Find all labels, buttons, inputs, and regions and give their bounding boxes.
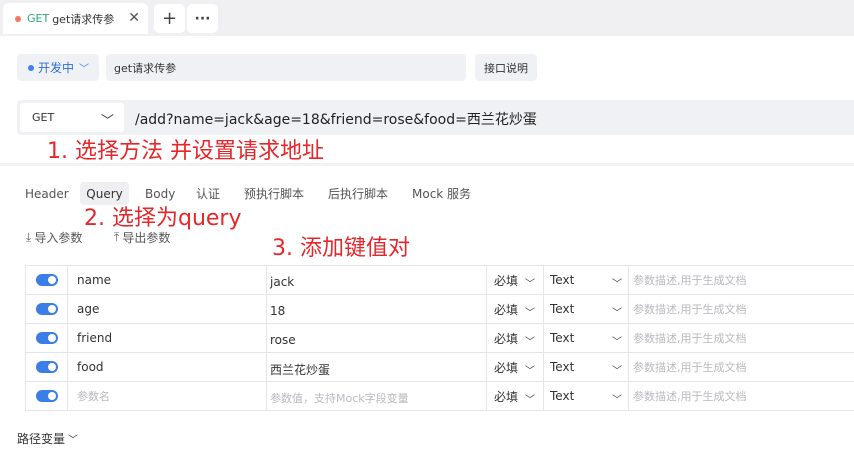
close-icon[interactable]: ✕ xyxy=(128,11,140,25)
tab-title: get请求传参 xyxy=(52,12,115,26)
param-desc[interactable]: 参数描述,用于生成文档 xyxy=(629,353,854,381)
tab-pre-script[interactable]: 预执行脚本 xyxy=(238,182,310,205)
tab-body[interactable]: Body xyxy=(139,182,181,205)
type-select[interactable]: Text ﹀ xyxy=(544,353,629,381)
param-name[interactable]: friend xyxy=(68,324,267,352)
chevron-down-icon: ﹀ xyxy=(525,279,535,290)
chevron-down-icon: ﹀ xyxy=(525,395,535,406)
enable-toggle[interactable] xyxy=(35,332,58,344)
required-label: 必填 xyxy=(494,360,519,375)
params-table: name jack 必填 ﹀ Text ﹀ 参数描述,用于生成文档 age 18 必… xyxy=(25,265,854,411)
enable-toggle[interactable] xyxy=(35,303,58,315)
environment-select[interactable]: 开发中 ﹀ xyxy=(17,54,99,81)
type-label: Text xyxy=(550,389,575,403)
type-select[interactable]: Text ﹀ xyxy=(544,382,629,410)
tab-bar: GET get请求传参 ✕ + ··· xyxy=(0,0,854,38)
chevron-down-icon: ﹀ xyxy=(612,395,622,406)
path-vars-toggle[interactable]: 路径变量 ﹀ xyxy=(17,430,78,447)
tab-post-script[interactable]: 后执行脚本 xyxy=(322,182,394,205)
param-desc-input[interactable]: 参数描述,用于生成文档 xyxy=(629,382,854,410)
param-desc[interactable]: 参数描述,用于生成文档 xyxy=(629,266,854,294)
required-label: 必填 xyxy=(494,331,519,346)
required-label: 必填 xyxy=(494,302,519,317)
more-icon: ··· xyxy=(194,10,211,27)
new-param-row: 参数名 参数值，支持Mock字段变量 必填 ﹀ Text ﹀ 参数描述,用于生成文档 xyxy=(26,382,854,411)
chevron-down-icon: ﹀ xyxy=(612,337,622,348)
chevron-down-icon: ﹀ xyxy=(79,64,90,75)
type-label: Text xyxy=(550,360,575,374)
tab-mock[interactable]: Mock 服务 xyxy=(406,182,477,205)
env-status-dot xyxy=(28,64,34,71)
param-name[interactable]: food xyxy=(68,353,267,381)
chevron-down-icon: ﹀ xyxy=(612,308,622,319)
method-label: GET xyxy=(32,111,55,124)
param-name-input[interactable]: 参数名 xyxy=(68,382,267,410)
request-tab[interactable]: GET get请求传参 ✕ xyxy=(3,3,148,34)
table-row: friend rose 必填 ﹀ Text ﹀ 参数描述,用于生成文档 xyxy=(26,324,854,353)
required-label: 必填 xyxy=(494,389,519,404)
import-label: 导入参数 xyxy=(34,231,83,245)
tab-auth[interactable]: 认证 xyxy=(190,182,226,205)
path-vars-label: 路径变量 xyxy=(17,432,66,446)
api-doc-button[interactable]: 接口说明 xyxy=(475,54,537,81)
param-value-input[interactable]: 参数值，支持Mock字段变量 xyxy=(267,382,487,410)
param-value[interactable]: rose xyxy=(267,324,487,352)
table-row: age 18 必填 ﹀ Text ﹀ 参数描述,用于生成文档 xyxy=(26,295,854,324)
method-select[interactable]: GET ﹀ xyxy=(20,103,124,132)
param-value[interactable]: 西兰花炒蛋 xyxy=(267,353,487,381)
env-label: 开发中 xyxy=(38,61,75,75)
tab-query[interactable]: Query xyxy=(80,182,129,205)
tab-method: GET xyxy=(27,12,50,25)
url-input[interactable]: /add?name=jack&age=18&friend=rose&food=西… xyxy=(135,109,537,129)
table-row: name jack 必填 ﹀ Text ﹀ 参数描述,用于生成文档 xyxy=(26,266,854,295)
type-label: Text xyxy=(550,331,575,345)
unsaved-dot xyxy=(15,15,21,22)
param-desc[interactable]: 参数描述,用于生成文档 xyxy=(629,324,854,352)
request-name-input[interactable] xyxy=(106,54,466,81)
type-select[interactable]: Text ﹀ xyxy=(544,324,629,352)
import-params-button[interactable]: ⤓ 导入参数 xyxy=(26,229,82,246)
param-name[interactable]: name xyxy=(68,266,267,294)
param-value[interactable]: jack xyxy=(267,266,487,294)
chevron-down-icon: ﹀ xyxy=(525,308,535,319)
export-icon: ⤒ xyxy=(114,230,120,244)
required-label: 必填 xyxy=(494,273,519,288)
import-icon: ⤓ xyxy=(26,230,32,244)
annotation-step2: 2. 选择为query xyxy=(84,206,242,231)
param-value[interactable]: 18 xyxy=(267,295,487,323)
required-select[interactable]: 必填 ﹀ xyxy=(487,295,544,323)
chevron-down-icon: ﹀ xyxy=(68,435,79,446)
add-tab-button[interactable]: + xyxy=(154,4,185,33)
more-tabs-button[interactable]: ··· xyxy=(187,4,218,33)
type-select[interactable]: Text ﹀ xyxy=(544,295,629,323)
export-label: 导出参数 xyxy=(122,231,171,245)
required-select[interactable]: 必填 ﹀ xyxy=(487,353,544,381)
chevron-down-icon: ﹀ xyxy=(612,279,622,290)
param-desc[interactable]: 参数描述,用于生成文档 xyxy=(629,295,854,323)
required-select[interactable]: 必填 ﹀ xyxy=(487,324,544,352)
table-row: food 西兰花炒蛋 必填 ﹀ Text ﹀ 参数描述,用于生成文档 xyxy=(26,353,854,382)
enable-toggle[interactable] xyxy=(35,390,58,402)
chevron-down-icon: ﹀ xyxy=(525,337,535,348)
chevron-down-icon: ﹀ xyxy=(100,114,114,129)
export-params-button[interactable]: ⤒ 导出参数 xyxy=(114,229,170,246)
chevron-down-icon: ﹀ xyxy=(525,366,535,377)
type-select[interactable]: Text ﹀ xyxy=(544,266,629,294)
type-label: Text xyxy=(550,273,575,287)
tab-header[interactable]: Header xyxy=(19,182,75,205)
required-select[interactable]: 必填 ﹀ xyxy=(487,266,544,294)
enable-toggle[interactable] xyxy=(35,274,58,286)
param-name[interactable]: age xyxy=(68,295,267,323)
chevron-down-icon: ﹀ xyxy=(612,366,622,377)
required-select[interactable]: 必填 ﹀ xyxy=(487,382,544,410)
plus-icon: + xyxy=(161,8,178,29)
enable-toggle[interactable] xyxy=(35,361,58,373)
annotation-step1: 1. 选择方法 并设置请求地址 xyxy=(47,139,324,164)
type-label: Text xyxy=(550,302,575,316)
annotation-step3: 3. 添加键值对 xyxy=(272,236,410,261)
url-bar: GET ﹀ /add?name=jack&age=18&friend=rose&… xyxy=(17,100,854,135)
